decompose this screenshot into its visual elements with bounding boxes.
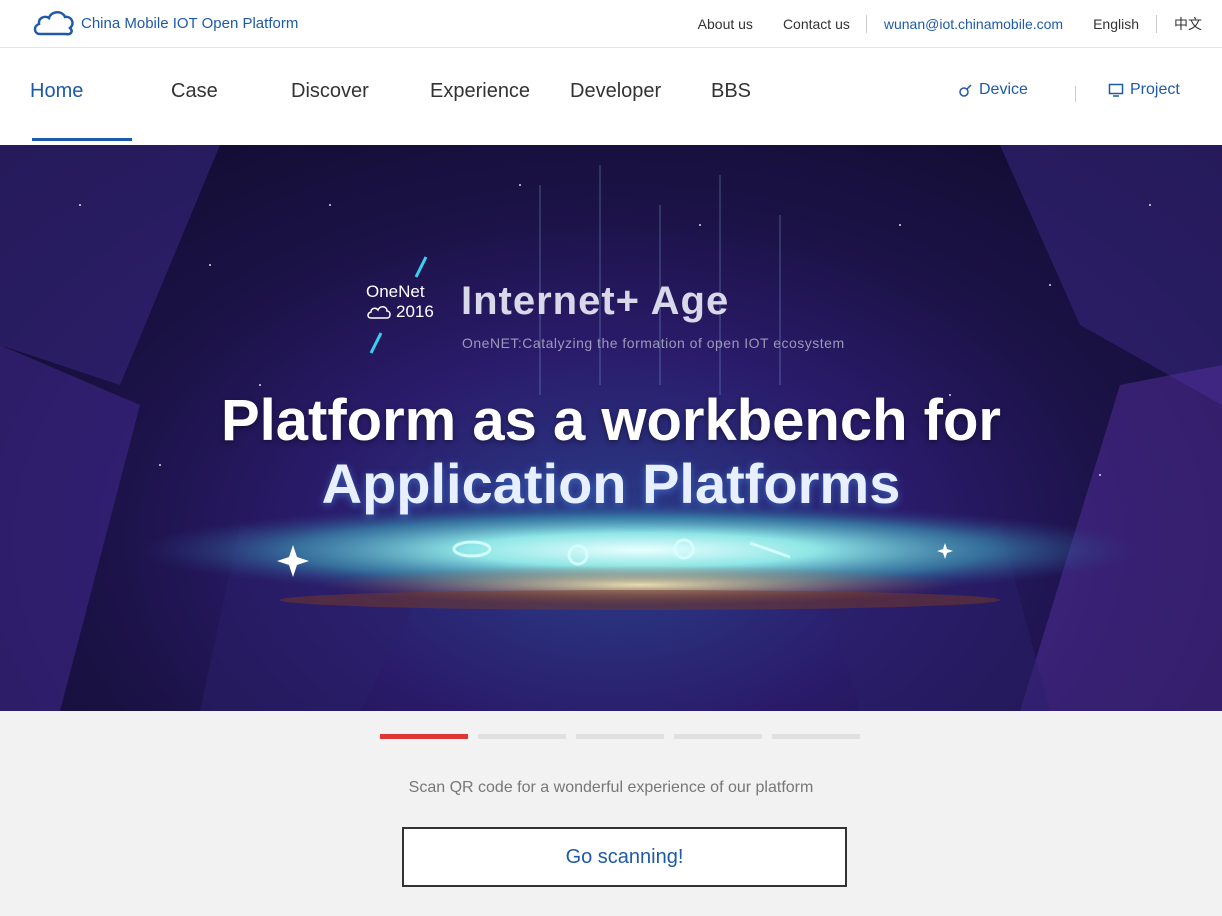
scan-prompt: Scan QR code for a wonderful experience …: [408, 779, 814, 796]
brand-name: China Mobile IOT Open Platform: [81, 14, 299, 32]
hero-headline-line2: Application Platforms: [321, 452, 901, 515]
hero-headline-line1: Platform as a workbench for: [221, 388, 1001, 453]
hero-age-subtitle: OneNET:Catalyzing the formation of open …: [462, 335, 845, 351]
onenet-label: OneNet: [366, 282, 425, 301]
separator: [865, 15, 867, 33]
monitor-icon: [1108, 83, 1124, 97]
cloud-logo-icon: [33, 11, 74, 36]
year-label: 2016: [396, 302, 434, 321]
device-label: Device: [979, 81, 1028, 98]
active-nav-underline: [32, 138, 132, 141]
separator: [1156, 15, 1157, 33]
separator: [1075, 86, 1076, 102]
cloud-icon: [367, 306, 391, 319]
top-links: About us Contact us wunan@iot.chinamobil…: [698, 0, 1222, 48]
brand[interactable]: China Mobile IOT Open Platform: [32, 8, 298, 38]
nav-case[interactable]: Case: [171, 80, 218, 103]
nav-bbs[interactable]: BBS: [711, 80, 751, 103]
main-nav: Home Case Discover Experience Developer …: [0, 48, 1222, 145]
nav-discover[interactable]: Discover: [291, 80, 369, 103]
user-email-link[interactable]: wunan@iot.chinamobile.com: [884, 16, 1063, 32]
go-scanning-button[interactable]: Go scanning!: [402, 827, 847, 887]
onenet-2016-logo: OneNet 2016: [366, 282, 434, 322]
project-link[interactable]: Project: [1108, 81, 1180, 99]
english-language-link[interactable]: English: [1093, 16, 1139, 32]
project-label: Project: [1130, 81, 1180, 98]
carousel-indicator-1[interactable]: [380, 734, 468, 739]
device-link[interactable]: Device: [957, 81, 1028, 99]
nav-developer[interactable]: Developer: [570, 80, 661, 103]
carousel-indicator-4[interactable]: [674, 734, 762, 739]
carousel-indicator-3[interactable]: [576, 734, 664, 739]
chinese-language-link[interactable]: 中文: [1174, 14, 1202, 34]
hero-age-title: Internet+ Age: [461, 279, 730, 323]
about-us-link[interactable]: About us: [698, 16, 753, 32]
carousel-indicator-5[interactable]: [772, 734, 860, 739]
hero-banner[interactable]: OneNet 2016 Internet+ Age OneNET:Catalyz…: [0, 145, 1222, 711]
nav-home[interactable]: Home: [30, 80, 83, 103]
carousel-pager: [380, 734, 860, 739]
contact-us-link[interactable]: Contact us: [783, 16, 850, 32]
top-bar: China Mobile IOT Open Platform About us …: [0, 0, 1222, 48]
nav-experience[interactable]: Experience: [430, 80, 530, 103]
device-icon: [959, 84, 972, 97]
carousel-indicator-2[interactable]: [478, 734, 566, 739]
